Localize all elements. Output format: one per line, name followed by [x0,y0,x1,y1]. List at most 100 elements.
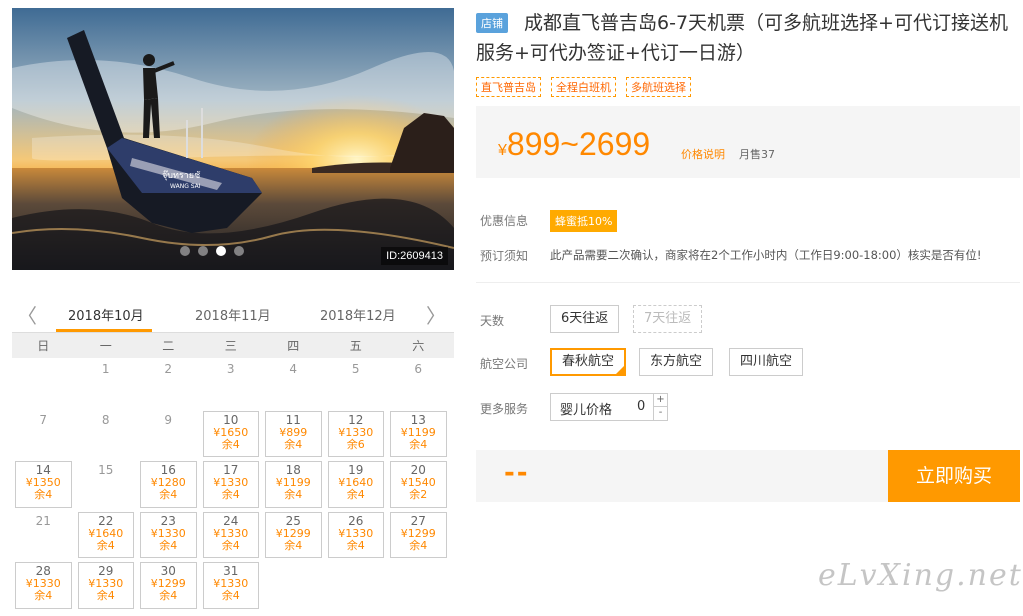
feature-tag: 全程白班机 [551,77,616,97]
day-number: 19 [348,463,364,477]
day-number: 26 [348,513,364,528]
calendar-day-available[interactable]: 29 ¥1330 余4 [77,562,134,609]
carousel-dot[interactable] [234,246,244,256]
calendar-day-available[interactable]: 31 ¥1330 余4 [202,562,259,609]
decrement-button[interactable]: - [654,407,667,420]
calendar-day-available[interactable]: 17 ¥1330 余4 [202,461,259,508]
chevron-left-icon[interactable]: 〈 [17,300,37,329]
calendar-day-available[interactable]: 25 ¥1299 余4 [265,511,322,558]
feature-tags: 直飞普吉岛 全程白班机 多航班选择 [476,77,691,97]
calendar-day-available[interactable]: 23 ¥1330 余4 [140,511,197,558]
calendar-day-available[interactable]: 30 ¥1299 余4 [140,562,197,609]
day-number: 8 [101,412,110,427]
calendar-day: 7 [12,409,75,460]
day-stock: 余4 [221,437,240,451]
option-sichuan-airlines[interactable]: 四川航空 [729,348,804,376]
day-stock: 余4 [346,538,365,552]
day-price: ¥1640 [88,526,124,540]
chevron-right-icon[interactable]: 〉 [426,300,446,329]
calendar-day-available[interactable]: 11 ¥899 余4 [265,410,322,457]
option-china-eastern[interactable]: 东方航空 [639,348,714,376]
day-number: 16 [160,463,176,477]
shop-badge[interactable]: 店铺 [476,13,508,33]
day-stock: 余4 [34,589,53,602]
active-month-underline [56,329,152,332]
calendar-month-nav: 〈 2018年10月 2018年11月 2018年12月 〉 [12,296,454,332]
calendar-day: 5 [325,358,388,409]
calendar-day: 4 [262,358,325,409]
day-stock: 余4 [221,589,240,602]
purchase-bar: -- 立即购买 [476,450,1020,502]
day-number: 25 [285,513,301,528]
day-price: ¥1330 [213,526,249,540]
day-number: 3 [226,362,235,376]
calendar-day-available[interactable]: 13 ¥1199 余4 [390,410,447,457]
day-stock: 余4 [34,488,53,501]
option-spring-airlines[interactable]: 春秋航空 [550,348,627,376]
day-number: 17 [223,463,239,477]
tab-month-oct[interactable]: 2018年10月 [68,305,144,324]
tab-month-dec[interactable]: 2018年12月 [320,305,396,324]
day-stock: 余2 [409,488,428,501]
day-number: 30 [160,564,176,578]
option-7-day-roundtrip[interactable]: 7天往返 [633,305,703,333]
calendar-day: 21 [12,510,75,561]
boat-name-latin: WANG SAI [170,183,201,190]
day-number: 20 [410,463,426,477]
day-stock: 余4 [409,538,428,552]
calendar-day-available[interactable]: 22 ¥1640 余4 [77,511,134,558]
carousel-dot-active[interactable] [216,246,226,256]
carousel-dot[interactable] [198,246,208,256]
price-panel: ¥899~2699 价格说明 月售37 [476,106,1020,178]
day-number: 24 [223,513,239,528]
day-number: 23 [160,513,176,528]
calendar-day-available[interactable]: 26 ¥1330 余4 [327,511,384,558]
day-number: 13 [410,412,426,427]
day-number: 12 [348,412,364,427]
calendar-day-available[interactable]: 28 ¥1330 余4 [15,562,72,609]
day-number: 11 [285,412,301,427]
divider [476,282,1020,283]
buy-now-button[interactable]: 立即购买 [888,450,1020,502]
day-number: 10 [223,412,239,427]
monthly-sales: 月售37 [739,148,775,161]
day-number: 6 [414,362,423,376]
day-stock: 余6 [346,437,365,451]
day-stock: 余4 [221,488,240,501]
weekday-label: 一 [99,339,112,353]
day-price: ¥1299 [275,526,311,540]
site-watermark: eLvXing.net [818,558,1023,593]
calendar-day: 15 [75,459,138,510]
calendar-day-available[interactable]: 10 ¥1650 余4 [202,410,259,457]
day-number: 21 [35,513,51,528]
product-photo[interactable]: จุ๊บทรายชั WANG SAI ID:2609413 [12,8,454,270]
weekday-header: 日 一 二 三 四 五 六 [12,332,454,358]
weekday-label: 五 [349,339,362,353]
image-id-label: ID:2609413 [381,247,448,265]
weekday-label: 四 [287,339,300,353]
day-stock: 余4 [96,538,115,552]
infant-quantity[interactable]: 0 [637,399,645,414]
boat-name-thai: จุ๊บทรายชั [162,170,200,181]
day-stock: 余4 [159,538,178,552]
calendar-day-available[interactable]: 14 ¥1350 余4 [15,461,72,508]
carousel-dot[interactable] [180,246,190,256]
calendar-day-available[interactable]: 16 ¥1280 余4 [140,461,197,508]
increment-button[interactable]: + [654,394,667,407]
feature-tag: 直飞普吉岛 [476,77,541,97]
calendar-day-available[interactable]: 27 ¥1299 余4 [390,511,447,558]
calendar-day-available[interactable]: 20 ¥1540 余2 [390,461,447,508]
airline-label: 航空公司 [480,357,529,371]
product-title: 成都直飞普吉岛6-7天机票（可多航班选择+可代订接送机服务+可代办签证+代订一日… [476,12,1008,64]
calendar-day-available[interactable]: 12 ¥1330 余6 [327,410,384,457]
calendar-day-available[interactable]: 18 ¥1199 余4 [265,461,322,508]
service-label: 更多服务 [480,402,529,416]
day-price: ¥1330 [338,526,374,540]
option-6-day-roundtrip[interactable]: 6天往返 [550,305,620,333]
calendar-day-available[interactable]: 24 ¥1330 余4 [202,511,259,558]
price-explain-link[interactable]: 价格说明 [681,146,725,162]
tab-month-nov[interactable]: 2018年11月 [195,305,271,324]
feature-tag: 多航班选择 [626,77,691,97]
infant-price-label: 婴儿价格 [560,403,613,418]
calendar-day-available[interactable]: 19 ¥1640 余4 [327,461,384,508]
